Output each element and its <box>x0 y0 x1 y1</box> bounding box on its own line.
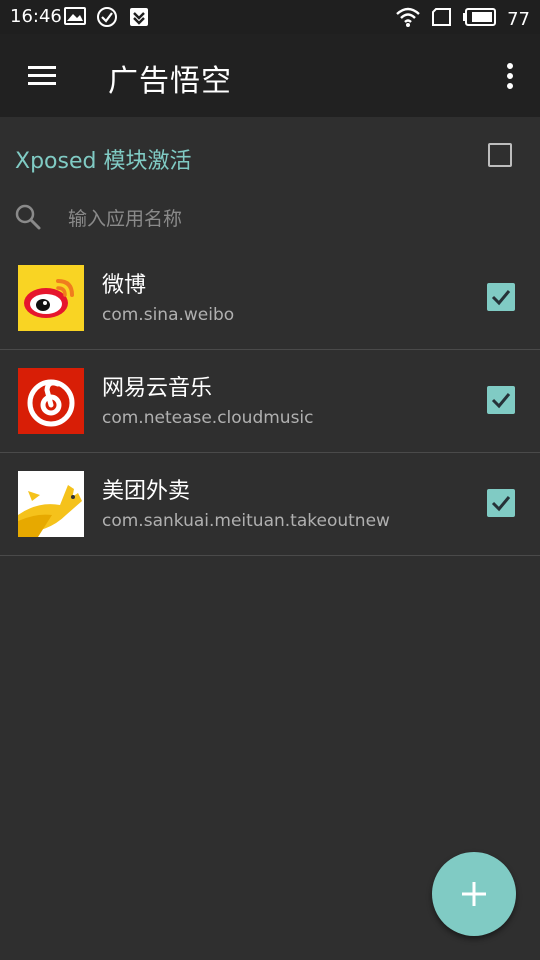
netease-music-icon <box>18 368 84 434</box>
status-left-icons <box>64 6 150 33</box>
list-item[interactable]: 网易云音乐 com.netease.cloudmusic <box>0 350 540 453</box>
battery-level: 77 <box>507 9 530 30</box>
main-content: Xposed 模块激活 输入应用名称 微博 com.sina.weibo 网易云… <box>0 117 540 960</box>
sim-card-icon <box>431 7 453 32</box>
status-right-icons: 77 <box>395 6 530 33</box>
app-bar: 广告悟空 <box>0 34 540 117</box>
app-package: com.sina.weibo <box>102 305 235 325</box>
check-circle-icon <box>96 6 118 33</box>
list-item[interactable]: 美团外卖 com.sankuai.meituan.takeoutnew <box>0 453 540 556</box>
weibo-icon <box>18 265 84 331</box>
page-title: 广告悟空 <box>108 64 232 99</box>
search-bar <box>0 197 540 243</box>
app-package: com.netease.cloudmusic <box>102 408 314 428</box>
wifi-icon <box>395 6 421 33</box>
add-icon <box>462 882 486 906</box>
status-bar: 16:46 77 <box>0 0 540 34</box>
more-vert-icon[interactable] <box>502 60 518 92</box>
xposed-toggle-row[interactable]: Xposed 模块激活 <box>0 117 540 197</box>
xposed-checkbox[interactable] <box>488 143 512 167</box>
app-checkbox[interactable] <box>487 489 515 517</box>
list-item[interactable]: 微博 com.sina.weibo <box>0 247 540 350</box>
add-app-button[interactable] <box>432 852 516 936</box>
app-name: 微博 <box>102 273 147 298</box>
app-package: com.sankuai.meituan.takeoutnew <box>102 511 390 531</box>
app-list: 微博 com.sina.weibo 网易云音乐 com.netease.clou… <box>0 247 540 556</box>
status-time: 16:46 <box>10 6 62 27</box>
meituan-takeout-icon <box>18 471 84 537</box>
battery-icon <box>463 8 497 31</box>
search-icon <box>14 203 42 231</box>
app-name: 网易云音乐 <box>102 376 213 401</box>
xposed-label: Xposed 模块激活 <box>15 149 192 174</box>
search-input[interactable] <box>66 201 510 237</box>
app-checkbox[interactable] <box>487 386 515 414</box>
download-shield-icon <box>128 6 150 33</box>
hamburger-menu-icon[interactable] <box>26 62 58 90</box>
app-checkbox[interactable] <box>487 283 515 311</box>
app-name: 美团外卖 <box>102 479 191 504</box>
image-icon <box>64 6 86 33</box>
